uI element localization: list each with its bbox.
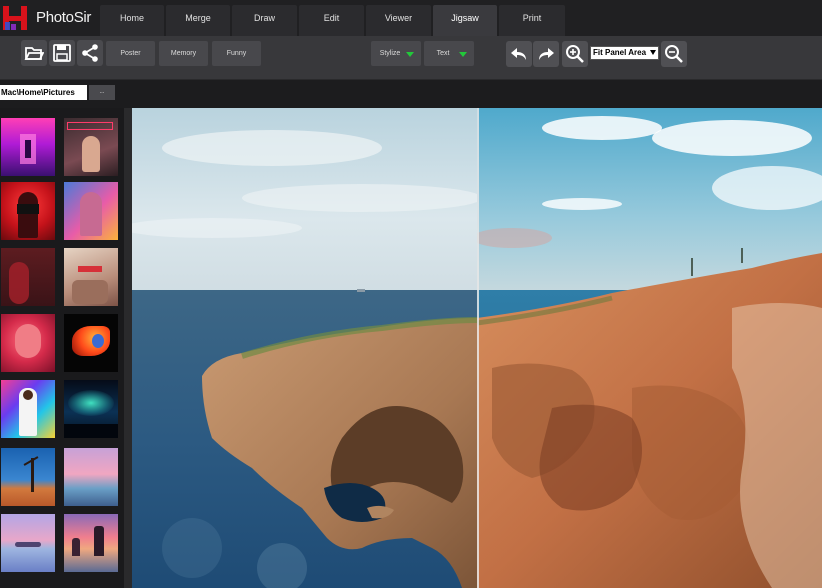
redo-icon (539, 48, 554, 60)
stylize-label: Stylize (379, 50, 401, 57)
thumbnail-red-silhouette[interactable] (1, 248, 55, 306)
text-label: Text (436, 50, 450, 57)
thumbnail-pink-face-portrait[interactable] (1, 314, 55, 372)
photo-canvas[interactable] (132, 108, 822, 588)
thumbnail-sunset-rocks[interactable] (64, 514, 118, 572)
app-logo: PhotoSir (0, 2, 100, 34)
save-icon (53, 44, 71, 62)
thumbnail-red-camera-girl[interactable] (1, 182, 55, 240)
zoom-in-icon (566, 45, 584, 63)
browse-button[interactable]: ... (89, 85, 115, 100)
zoom-select-value: Fit Panel Area (593, 48, 647, 57)
undo-icon (511, 48, 526, 60)
thumbnail-betta-fish[interactable] (64, 314, 118, 372)
top-menu-bar: PhotoSir Home Merge Draw Edit Viewer Jig… (0, 0, 822, 36)
share-icon (82, 44, 98, 62)
stylize-dropdown[interactable]: Stylize (371, 41, 421, 66)
funny-button[interactable]: Funny (212, 41, 261, 66)
tab-home[interactable]: Home (100, 5, 164, 36)
undo-button[interactable] (506, 41, 532, 67)
dropdown-arrow-icon (459, 52, 467, 57)
save-button[interactable] (49, 40, 75, 66)
redo-button[interactable] (533, 41, 559, 67)
tab-edit[interactable]: Edit (299, 5, 364, 36)
thumbnail-pink-corridor[interactable] (1, 118, 55, 176)
tab-print[interactable]: Print (499, 5, 565, 36)
thumbnail-pink-sea[interactable] (64, 448, 118, 506)
thumbnail-pink-lake[interactable] (1, 514, 55, 572)
path-bar: Mac\Home\Pictures ... (0, 80, 822, 108)
memory-button[interactable]: Memory (159, 41, 208, 66)
before-after-divider[interactable] (477, 108, 479, 588)
chevron-down-icon (650, 50, 656, 55)
zoom-out-button[interactable] (661, 41, 687, 67)
thumbnail-desert-tree[interactable] (1, 448, 55, 506)
thumbnail-aurora-night[interactable] (64, 380, 118, 438)
tab-jigsaw[interactable]: Jigsaw (433, 5, 497, 36)
photosir-window: PhotoSir Home Merge Draw Edit Viewer Jig… (0, 0, 822, 588)
app-name: PhotoSir (36, 9, 92, 26)
open-folder-icon (24, 47, 44, 60)
tab-merge[interactable]: Merge (166, 5, 230, 36)
tab-draw[interactable]: Draw (232, 5, 297, 36)
poster-button[interactable]: Poster (106, 41, 155, 66)
share-button[interactable] (77, 40, 103, 66)
text-dropdown[interactable]: Text (424, 41, 474, 66)
zoom-out-icon (665, 45, 683, 63)
folder-path-field[interactable]: Mac\Home\Pictures (0, 85, 87, 100)
dropdown-arrow-icon (406, 52, 414, 57)
zoom-in-button[interactable] (562, 41, 588, 67)
photosir-logo-icon (3, 6, 27, 30)
tab-viewer[interactable]: Viewer (366, 5, 431, 36)
thumbnail-scrollbar[interactable] (124, 108, 132, 588)
thumbnail-panel (0, 108, 124, 588)
thumbnail-graffiti-man[interactable] (1, 380, 55, 438)
toolbar: Poster Memory Funny Stylize Text Fit Pan… (0, 36, 822, 80)
zoom-select[interactable]: Fit Panel Area (590, 46, 659, 60)
thumbnail-sunglasses-portrait[interactable] (64, 248, 118, 306)
open-button[interactable] (21, 40, 47, 66)
thumbnail-colorful-portrait[interactable] (64, 182, 118, 240)
thumbnail-neon-portrait[interactable] (64, 118, 118, 176)
